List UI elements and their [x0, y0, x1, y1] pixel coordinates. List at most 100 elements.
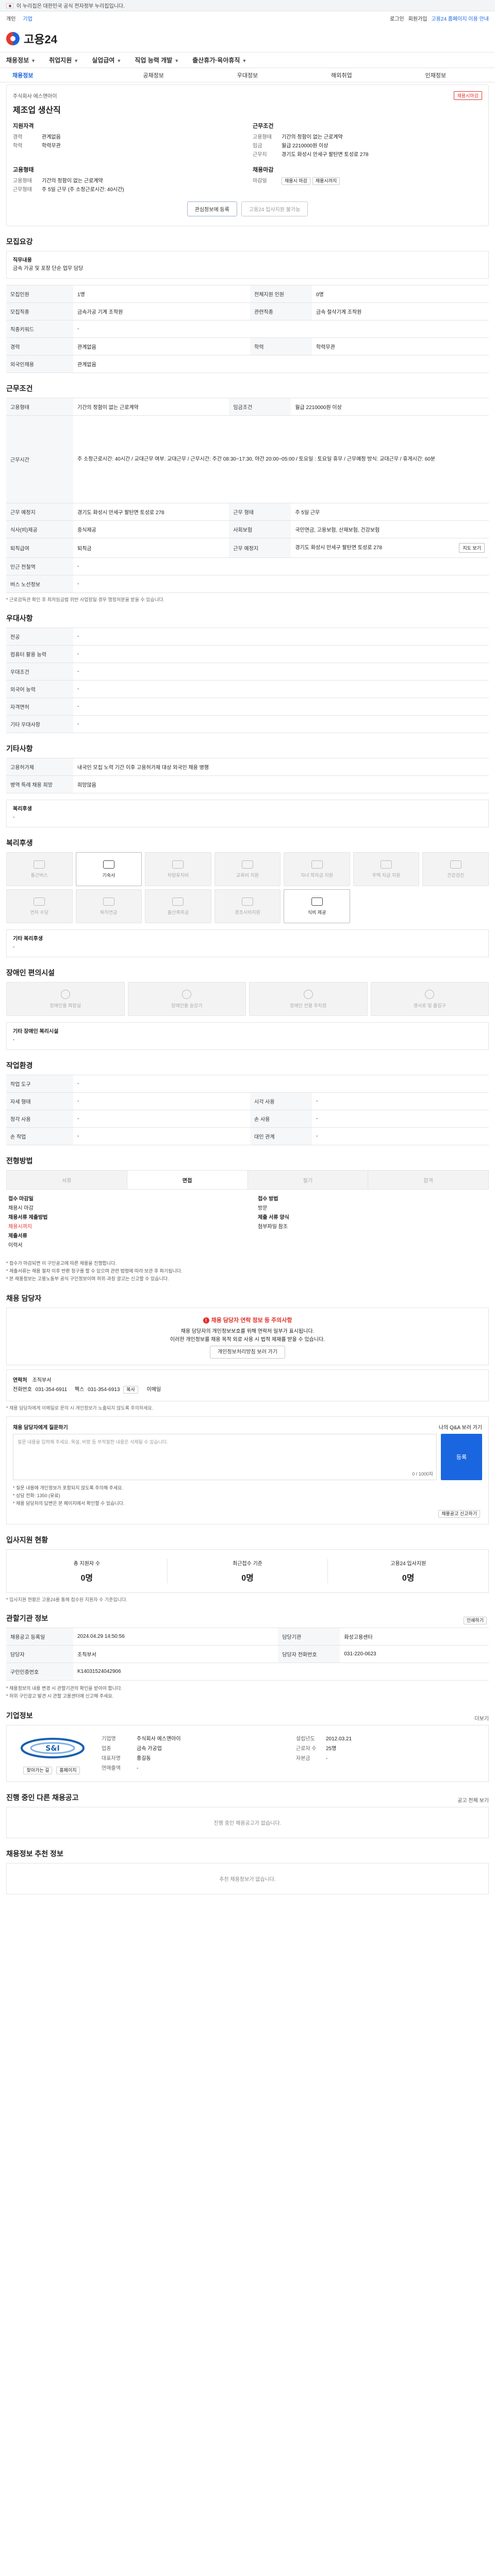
process-value: 이력서: [8, 1243, 23, 1248]
kv-value: 관계없음: [42, 134, 61, 140]
cell-value: -: [312, 1092, 489, 1110]
tab-personal[interactable]: 개인: [6, 14, 15, 22]
section-title: 근무조건: [6, 384, 33, 393]
cell-value: -: [73, 1127, 250, 1145]
table-row: 전공 -: [6, 628, 489, 646]
facility-tile: 장애인 전용 주차장: [249, 982, 368, 1016]
guide-link[interactable]: 고용24 홈페이지 이용 안내: [432, 14, 489, 22]
gnb-item-employment[interactable]: 취업지원 ▼: [49, 56, 78, 64]
etc-table: 고용허가제 내국인 모집 노력 기간 이후 고용허가제 대상 외국인 채용 병행 …: [6, 758, 489, 793]
cell-key: 담당자 전화번호: [278, 1645, 340, 1663]
copy-button[interactable]: 복사: [123, 1386, 138, 1394]
cell-key: 청각 사용: [6, 1110, 73, 1128]
info-value: 25명: [326, 1745, 337, 1752]
facility-icon: [60, 989, 70, 999]
korea-flag-icon: [6, 3, 13, 8]
gnb-item-jobs[interactable]: 채용정보 ▼: [6, 56, 36, 64]
info-value: 주식회사 에스앤아이: [137, 1736, 181, 1742]
subnav-item[interactable]: 채용정보: [12, 71, 106, 79]
table-row: 근무 예정지 경기도 화성시 만세구 팔탄면 토성로 278 근무 형태 주 5일 근…: [6, 503, 489, 521]
cell-value: -: [73, 698, 489, 716]
table-row: 퇴직급여 퇴직금 근무 예정지 경기도 화성시 만세구 팔탄면 토성로 278 지도 보…: [6, 538, 489, 558]
company-logo-image: S&I: [21, 1738, 85, 1758]
status-label: 최근접수 기준: [233, 1561, 262, 1567]
cell-value: -: [73, 715, 489, 733]
benefit-icon: [172, 860, 184, 869]
benefit-tile: 교육비 지원: [214, 852, 281, 886]
employment-title: 고용형태: [13, 167, 34, 173]
benefit-grid: 통근버스 기숙사 차량유지비 교육비 지원 자녀 학자금 지원 주택 자금 지원 건강검진 연…: [6, 852, 489, 923]
site-logo[interactable]: 고용24: [24, 30, 57, 47]
other-jobs-more-link[interactable]: 공고 전체 보기: [457, 1796, 489, 1804]
note-line: * 제출서류는 채용 절차 이후 반환 청구를 할 수 있으며 관련 법령에 따…: [6, 1268, 183, 1274]
cell-key: 담당기관: [278, 1628, 340, 1646]
chevron-down-icon: ▼: [31, 58, 36, 63]
cell-key: 관련직종: [250, 302, 312, 320]
report-button[interactable]: 채용공고 신고하기: [438, 1510, 480, 1518]
section-title: 진행 중인 다른 채용공고: [6, 1793, 79, 1802]
global-nav: 채용정보 ▼ 취업지원 ▼ 실업급여 ▼ 직업 능력 개발 ▼ 출산휴가·육아휴직 ▼: [0, 53, 495, 68]
print-button[interactable]: 인쇄하기: [463, 1616, 487, 1624]
question-section: 채용 담당자에게 질문하기 나의 Q&A 보러 가기 질문 내용을 입력해 주세…: [6, 1416, 489, 1524]
cell-value: -: [73, 1075, 489, 1093]
scrap-button[interactable]: 관심정보에 등록: [187, 201, 237, 216]
signup-link[interactable]: 회원가입: [408, 14, 427, 22]
gnb-item-training[interactable]: 직업 능력 개발 ▼: [135, 56, 179, 64]
cell-key: 자세 형태: [6, 1092, 73, 1110]
status-item: 고용24 입사지원 0명: [328, 1559, 488, 1583]
chevron-down-icon: ▼: [174, 58, 179, 63]
gov-banner: 이 누리집은 대한민국 공식 전자정부 누리집입니다.: [0, 0, 495, 11]
question-submit-button[interactable]: 등록: [441, 1434, 482, 1480]
subnav-item[interactable]: 공채정보: [106, 71, 200, 79]
cell-key: 근무시간: [6, 415, 73, 503]
company-more-link[interactable]: 더보기: [474, 1714, 489, 1722]
logo-icon[interactable]: [6, 31, 20, 45]
cell-value: 월급 2210000원 이상: [291, 398, 489, 416]
status-item: 총 지원자 수 0명: [7, 1559, 168, 1583]
section-title: 기타사항: [6, 744, 33, 753]
privacy-button[interactable]: 개인정보처리방침 보러 가기: [210, 1346, 285, 1359]
duty-box: 직무내용 금속 가공 및 포장 단순 업무 담당: [6, 251, 489, 279]
section-title: 복리후생: [6, 839, 33, 847]
table-row: 경력 관계없음 학력 학력무관: [6, 337, 489, 355]
deadline-pill: 채용시 마감: [282, 177, 310, 185]
homepage-button[interactable]: 홈페이지: [56, 1767, 80, 1774]
process-notes: * 접수가 마감되면 이 구인공고에 따른 채용을 진행합니다. * 제출서류는…: [6, 1260, 489, 1283]
login-link[interactable]: 로그인: [390, 14, 404, 22]
apply-status: 총 지원자 수 0명 최근접수 기준 0명 고용24 입사지원 0명: [6, 1549, 489, 1593]
note-line: * 허위 구인광고 발견 시 관할 고용센터에 신고해 주세요.: [6, 1693, 114, 1699]
char-count: 0 / 1000자: [412, 1471, 433, 1477]
cell-value: -: [312, 1110, 489, 1128]
question-input[interactable]: 질문 내용을 입력해 주세요. 욕설, 비방 등 부적절한 내용은 삭제될 수 …: [13, 1434, 437, 1480]
directions-button[interactable]: 찾아가는 길: [23, 1767, 53, 1774]
cell-key: 시각 사용: [250, 1092, 312, 1110]
my-qa-link[interactable]: 나의 Q&A 보러 가기: [439, 1423, 482, 1431]
contact-name: 조직부서: [32, 1378, 52, 1383]
apply-button[interactable]: 고용24 입사지원 불가능: [241, 201, 308, 216]
benefit-icon: [103, 897, 114, 906]
gnb-item-leave[interactable]: 출산휴가·육아휴직 ▼: [192, 56, 246, 64]
benefit-label: 주택 자금 지원: [372, 872, 401, 878]
cell-key: 작업 도구: [6, 1075, 73, 1093]
gnb-item-unemployment[interactable]: 실업급여 ▼: [92, 56, 121, 64]
status-value: 0명: [402, 1574, 415, 1583]
subnav-item[interactable]: 인재정보: [389, 71, 483, 79]
subnav-item[interactable]: 우대정보: [201, 71, 294, 79]
gnb-label: 직업 능력 개발: [135, 57, 173, 64]
subnav-item[interactable]: 해외취업: [294, 71, 388, 79]
benefit-label: 통근버스: [30, 872, 48, 878]
email-label: 이메일: [146, 1387, 161, 1393]
contact-alert: ! 채용 담당자 연락 정보 등 주의사항 채용 담당자의 개인정보보호를 위해 …: [6, 1308, 489, 1365]
cell-key: 기타 우대사항: [6, 715, 73, 733]
cell-key: 채용공고 등록일: [6, 1628, 73, 1646]
cell-value: 031-220-0623: [340, 1645, 489, 1663]
cell-key: 퇴직급여: [6, 538, 73, 558]
alert-line: 채용 담당자의 개인정보보호를 위해 연락처 일부가 표시됩니다.: [180, 1329, 315, 1334]
cell-key: 근무 예정지: [6, 503, 73, 521]
map-button[interactable]: 지도 보기: [459, 543, 485, 553]
cell-value: 0명: [312, 285, 489, 303]
company-name[interactable]: 주식회사 에스앤아이: [13, 92, 57, 99]
tab-company[interactable]: 기업: [23, 14, 32, 22]
apply-note: * 입사지원 현황은 고용24를 통해 접수된 지원자 수 기준입니다.: [6, 1597, 127, 1602]
benefit-tile: 출산축하금: [145, 889, 211, 923]
